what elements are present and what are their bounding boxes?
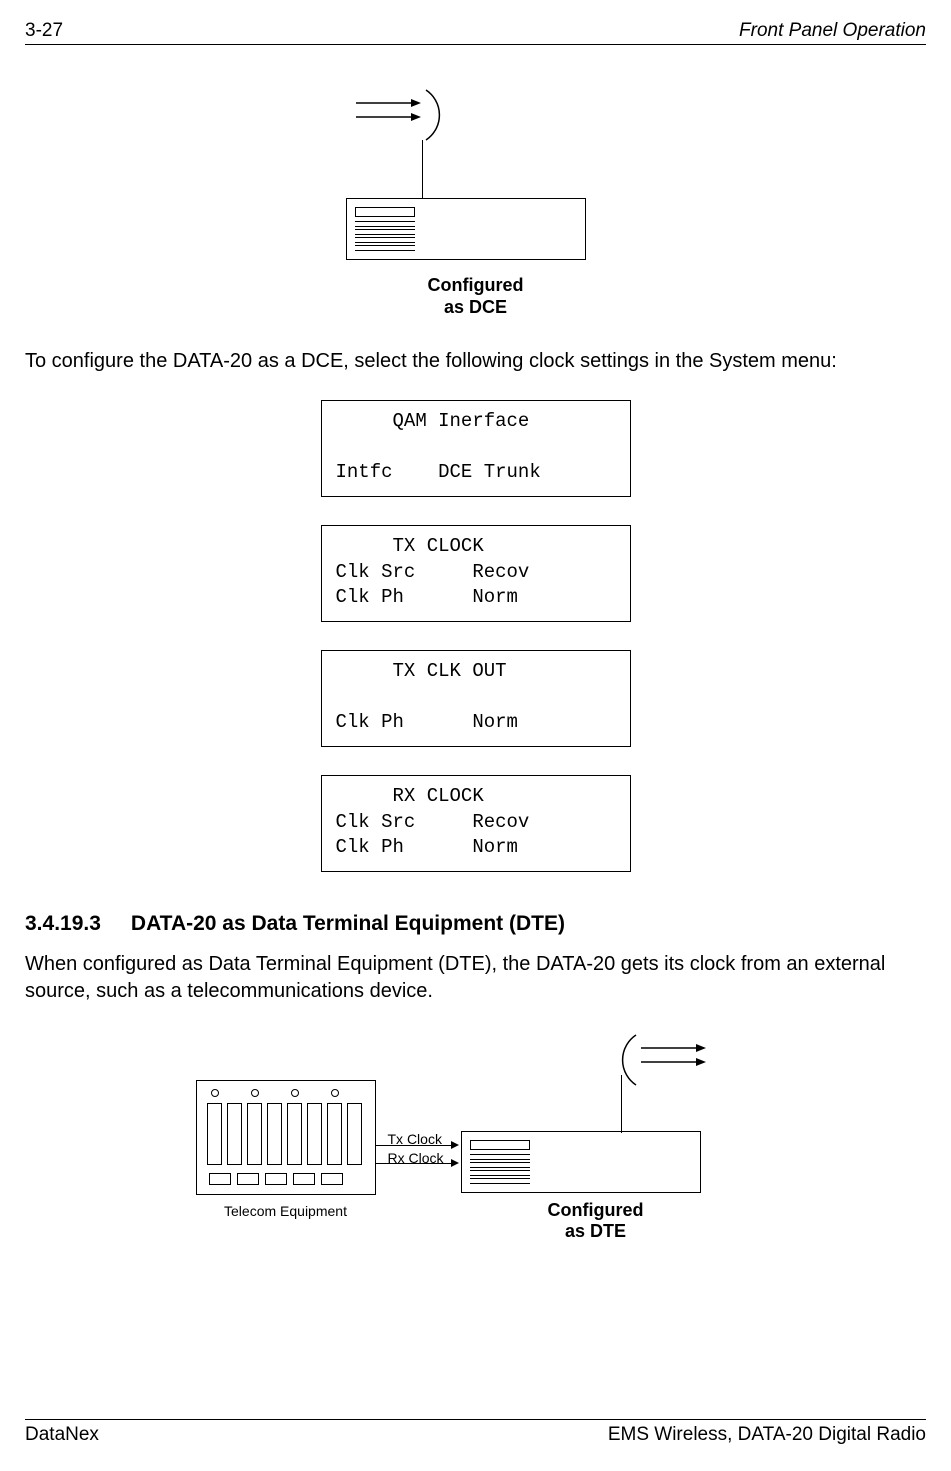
device-vents (355, 245, 415, 251)
antenna-icon-dte (591, 1030, 711, 1090)
header-section-title: Front Panel Operation (739, 20, 926, 42)
rx-clock-label: Rx Clock (388, 1150, 444, 1166)
device-slot (470, 1140, 530, 1150)
page-footer: DataNex EMS Wireless, DATA-20 Digital Ra… (25, 1419, 926, 1446)
antenna-stem (422, 140, 424, 200)
lcd-box-tx-clk-out: TX CLK OUT Clk Ph Norm (321, 650, 631, 747)
rx-arrow-head (451, 1159, 459, 1167)
lcd-box-tx-clock: TX CLOCK Clk Src Recov Clk Ph Norm (321, 525, 631, 622)
tx-arrow-head (451, 1141, 459, 1149)
dce-caption-line1: Configured (428, 275, 524, 295)
device-vents (355, 237, 415, 243)
device-vents (470, 1162, 530, 1168)
device-vents (355, 221, 415, 227)
dte-caption: Configured as DTE (526, 1200, 666, 1243)
data20-device-box (461, 1131, 701, 1193)
telecom-equipment-box (196, 1080, 376, 1195)
paragraph-dte: When configured as Data Terminal Equipme… (25, 951, 926, 1005)
telecom-caption: Telecom Equipment (196, 1203, 376, 1219)
dce-caption-line2: as DCE (444, 297, 507, 317)
subheading-number: 3.4.19.3 (25, 912, 101, 936)
lcd-box-qam-interface: QAM Inerface Intfc DCE Trunk (321, 400, 631, 497)
dce-caption: Configured as DCE (351, 275, 601, 318)
device-box (346, 198, 586, 260)
subheading-title: DATA-20 as Data Terminal Equipment (DTE) (131, 912, 565, 936)
footer-left: DataNex (25, 1424, 99, 1446)
device-vents (355, 229, 415, 235)
dte-caption-line2: as DTE (565, 1221, 626, 1241)
antenna-icon (351, 85, 471, 145)
device-vents (470, 1178, 530, 1184)
lcd-menu-stack: QAM Inerface Intfc DCE Trunk TX CLOCK Cl… (25, 400, 926, 872)
page-container: 3-27 Front Panel Operation Configured as (0, 0, 951, 1471)
diagram-dce (351, 85, 601, 260)
paragraph-configure-dce: To configure the DATA-20 as a DCE, selec… (25, 348, 926, 375)
device-slot (355, 207, 415, 217)
dte-caption-line1: Configured (548, 1200, 644, 1220)
diagram-dte: Telecom Equipment Tx Clock Rx Clock Conf… (196, 1035, 756, 1245)
footer-right: EMS Wireless, DATA-20 Digital Radio (608, 1424, 926, 1446)
subheading-dte: 3.4.19.3 DATA-20 as Data Terminal Equipm… (25, 912, 926, 936)
tx-clock-label: Tx Clock (388, 1131, 442, 1147)
device-vents (470, 1154, 530, 1160)
page-header: 3-27 Front Panel Operation (25, 20, 926, 45)
page-number: 3-27 (25, 20, 63, 42)
device-vents (470, 1170, 530, 1176)
lcd-box-rx-clock: RX CLOCK Clk Src Recov Clk Ph Norm (321, 775, 631, 872)
